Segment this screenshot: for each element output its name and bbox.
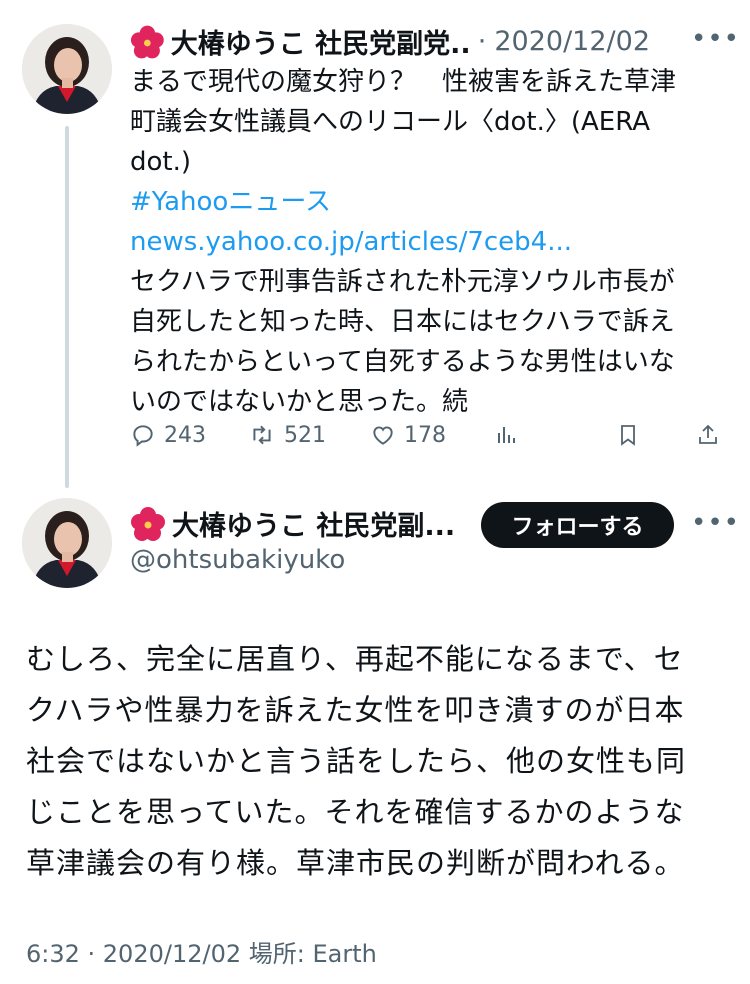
- repost-count: 521: [284, 422, 326, 448]
- thread-connector: [65, 126, 69, 488]
- text-line: 草津議会の有り様。草津市民の判断が問われる。: [26, 846, 685, 880]
- like-count: 178: [404, 422, 446, 448]
- author-name[interactable]: 大椿ゆうこ 社民党副...: [172, 504, 455, 543]
- text-line: 自死したと知った時、日本にはセクハラで訴え: [130, 307, 675, 337]
- author-handle[interactable]: @ohtsubakiyuko: [130, 545, 345, 575]
- hibiscus-icon: [131, 506, 165, 541]
- more-icon[interactable]: •••: [691, 508, 740, 538]
- author-name[interactable]: 大椿ゆうこ 社民党副党...: [171, 22, 470, 61]
- text-line: クハラや性暴力を訴えた女性を叩き潰すのが日本: [26, 693, 685, 727]
- share-icon: [699, 424, 717, 444]
- reply-icon: [133, 425, 153, 447]
- article-link[interactable]: news.yahoo.co.jp/articles/7ceb4...: [130, 222, 730, 262]
- avatar-tweet2[interactable]: [22, 498, 112, 588]
- tweet2-header: 大椿ゆうこ 社民党副...: [130, 504, 470, 543]
- more-icon[interactable]: •••: [691, 24, 740, 54]
- like-button[interactable]: 178: [370, 422, 446, 448]
- text-line: られたからといって自死するような男性はいな: [130, 347, 675, 377]
- text-line: dot.): [130, 147, 192, 177]
- text-line: いのではないかと思った。続: [130, 387, 469, 417]
- follow-button[interactable]: フォローする: [481, 502, 674, 548]
- avatar-tweet1[interactable]: [22, 24, 112, 114]
- text-line: 社会ではないかと言う話をしたら、他の女性も同: [26, 744, 687, 778]
- separator-dot: ·: [477, 26, 487, 57]
- repost-icon: [253, 425, 271, 445]
- tweet2-text: むしろ、完全に居直り、再起不能になるまで、セ クハラや性暴力を訴えた女性を叩き潰…: [26, 634, 726, 889]
- share-button[interactable]: [696, 422, 720, 448]
- tweet-meta: 6:32 · 2020/12/02 場所: Earth: [26, 940, 377, 968]
- views-icon: [498, 427, 515, 443]
- hashtag-link[interactable]: #Yahooニュース: [130, 182, 730, 222]
- tweet1-actions: 243 521 178: [130, 422, 730, 458]
- reply-button[interactable]: 243: [130, 422, 206, 448]
- bookmark-button[interactable]: [616, 422, 640, 448]
- text-line: セクハラで刑事告訴された朴元淳ソウル市長が: [130, 267, 675, 297]
- text-line: じことを思っていた。それを確信するかのような: [26, 795, 685, 829]
- bookmark-icon: [621, 425, 635, 446]
- reply-count: 243: [164, 422, 206, 448]
- tweet1-text: まるで現代の魔女狩り？ 性被害を訴えた草津 町議会女性議員へのリコール〈dot.…: [130, 62, 730, 422]
- text-line: むしろ、完全に居直り、再起不能になるまで、セ: [26, 642, 684, 676]
- tweet-date[interactable]: 2020/12/02: [494, 26, 650, 57]
- like-icon: [373, 426, 393, 445]
- repost-button[interactable]: 521: [248, 422, 326, 448]
- hibiscus-icon: [130, 25, 164, 58]
- views-button[interactable]: [494, 422, 518, 448]
- text-line: まるで現代の魔女狩り？ 性被害を訴えた草津: [130, 67, 677, 97]
- text-line: 町議会女性議員へのリコール〈dot.〉(AERA: [130, 107, 651, 137]
- tweet1-header: 大椿ゆうこ 社民党副党... · 2020/12/02: [130, 22, 650, 61]
